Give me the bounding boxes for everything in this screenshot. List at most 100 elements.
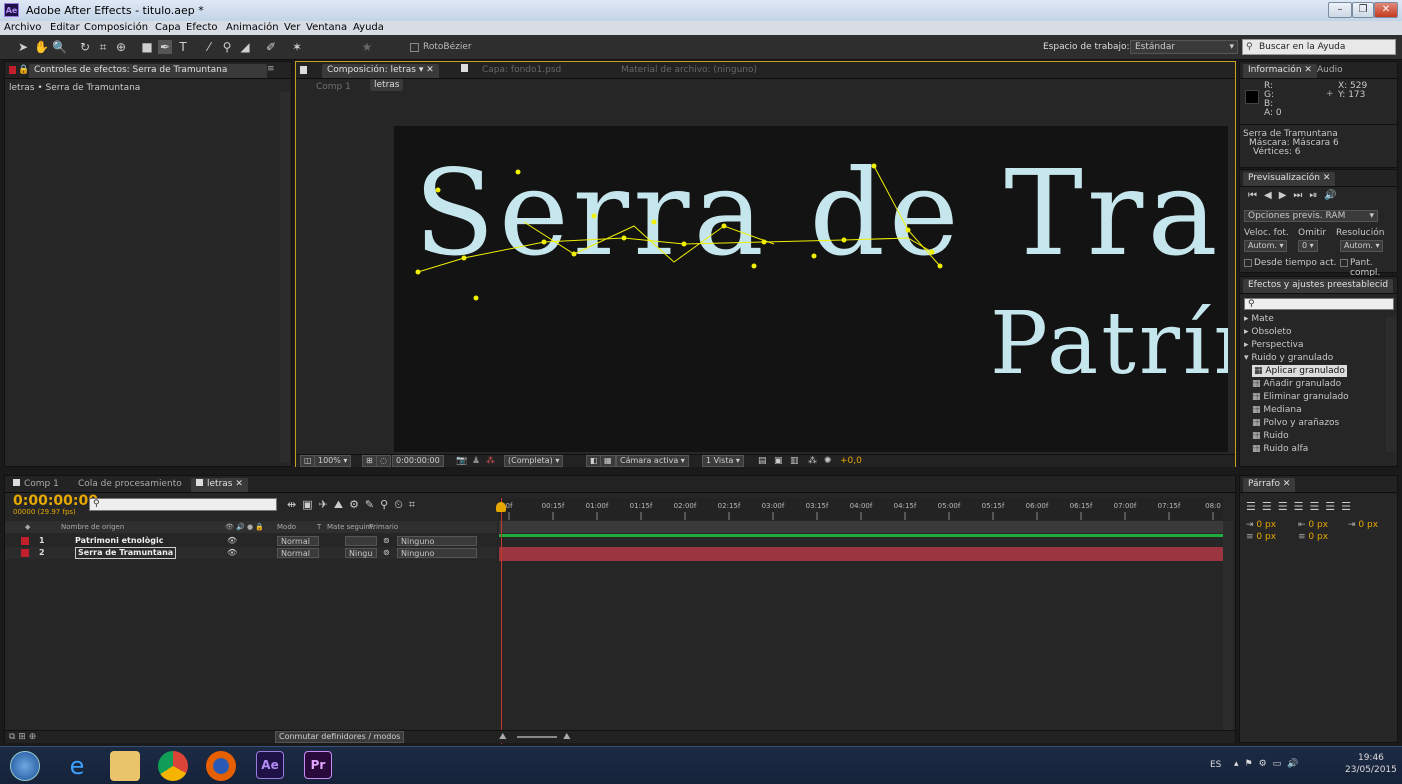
lock-icon[interactable]: 🔒 — [18, 65, 29, 75]
resolution-select[interactable]: (Completa) ▾ — [504, 455, 564, 467]
menu-composicion[interactable]: Composición — [84, 22, 148, 33]
toggle-pixel-icon[interactable]: ▤ — [758, 456, 767, 466]
zoom-select[interactable]: 100% ▾ — [314, 455, 352, 467]
playhead-line[interactable] — [501, 498, 502, 744]
clock[interactable]: 19:46 23/05/2015 — [1345, 752, 1397, 776]
timeline-zoom-slider[interactable] — [517, 736, 557, 738]
safe-areas-icon[interactable]: ⊞ — [362, 455, 377, 467]
eraser-tool-icon[interactable]: ◢ — [238, 40, 252, 54]
pan-behind-tool-icon[interactable]: ⊕ — [114, 40, 128, 54]
space-before-field[interactable]: ≡ 0 px — [1246, 532, 1276, 542]
snapshot-icon[interactable]: 📷 — [456, 456, 467, 466]
channel-icon[interactable]: ⁂ — [486, 456, 495, 466]
workspace-select[interactable]: Estándar ▾ — [1130, 40, 1238, 54]
menu-efecto[interactable]: Efecto — [186, 22, 218, 33]
presets-scrollbar[interactable] — [1386, 317, 1396, 452]
tab-footage[interactable]: Material de archivo: (ninguno) — [616, 64, 762, 78]
preset-item[interactable]: ▦ Mediana — [1252, 404, 1302, 416]
ram-preview-options[interactable]: Opciones previs. RAM ▾ — [1244, 210, 1378, 222]
menu-capa[interactable]: Capa — [155, 22, 181, 33]
col-parent[interactable]: Primario — [369, 521, 398, 533]
tab-info[interactable]: Información ✕ — [1243, 64, 1317, 78]
layer-mode-select[interactable]: Normal — [277, 548, 319, 558]
eye-icon[interactable]: 👁 — [227, 547, 237, 559]
menu-ayuda[interactable]: Ayuda — [353, 22, 384, 33]
tab-render-queue[interactable]: Cola de procesamiento — [73, 478, 187, 492]
indent-first-field[interactable]: ⇥ 0 px — [1348, 520, 1378, 530]
clone-tool-icon[interactable]: ⚲ — [220, 40, 234, 54]
transparency-grid-icon[interactable]: ▦ — [600, 455, 616, 467]
exposure-icon[interactable]: ✺ — [824, 456, 832, 466]
timeline-switches[interactable]: ⇹▣✈⛰⚙✎⚲⏲⌗ — [287, 498, 421, 512]
rotobezier-checkbox[interactable] — [410, 43, 419, 52]
firefox-icon[interactable] — [206, 751, 236, 781]
tab-paragraph[interactable]: Párrafo ✕ — [1243, 478, 1296, 492]
work-area-bar[interactable] — [499, 521, 1223, 533]
camera-tool-icon[interactable]: ⌗ — [96, 40, 110, 54]
crumb-letras[interactable]: letras — [370, 79, 404, 91]
presets-search-input[interactable]: ⚲ — [1244, 298, 1394, 310]
layer-color-label[interactable] — [21, 537, 29, 545]
timeline-search-input[interactable]: ⚲ — [89, 498, 277, 511]
mask-path[interactable] — [394, 126, 1228, 452]
preset-item[interactable]: ▦ Aplicar granulado — [1252, 365, 1347, 377]
layer-matte-select[interactable] — [345, 536, 377, 546]
close-button[interactable]: ✕ — [1374, 2, 1398, 18]
preset-item[interactable]: ▾ Ruido y granulado — [1244, 352, 1333, 364]
explorer-icon[interactable] — [110, 751, 140, 781]
tab-composition[interactable]: Composición: letras ▾ ✕ — [322, 64, 439, 78]
menu-ver[interactable]: Ver — [284, 22, 300, 33]
indent-left-field[interactable]: ⇥ 0 px — [1246, 520, 1276, 530]
fast-preview-icon[interactable]: ▣ — [774, 456, 783, 466]
layer-name[interactable]: Patrimoni etnològic — [75, 535, 164, 547]
time-ruler[interactable]: 0f 00:15f 01:00f 01:15f 02:00f 02:15f 03:00f 03… — [499, 498, 1223, 520]
camera-select[interactable]: Cámara activa ▾ — [616, 455, 689, 467]
help-search-input[interactable]: ⚲ Buscar en la Ayuda — [1242, 39, 1396, 55]
hand-tool-icon[interactable]: ✋ — [34, 40, 49, 54]
align-buttons[interactable]: ☰☰☰☰☰☰☰ — [1246, 500, 1357, 513]
language-indicator[interactable]: ES — [1210, 760, 1221, 770]
comp-scroll-track[interactable] — [280, 92, 290, 462]
layer-parent-select[interactable]: Ninguno — [397, 548, 477, 558]
mask-tool-icon[interactable]: ■ — [140, 40, 154, 54]
timecode-display[interactable]: 0:00:00:00 — [392, 455, 444, 467]
fps-select[interactable]: Autom. ▾ — [1244, 240, 1288, 252]
menu-editar[interactable]: Editar — [50, 22, 80, 33]
skip-select[interactable]: 0 ▾ — [1298, 240, 1318, 252]
menu-archivo[interactable]: Archivo — [4, 22, 41, 33]
menu-ventana[interactable]: Ventana — [306, 22, 347, 33]
start-button[interactable] — [10, 751, 40, 781]
tab-preview[interactable]: Previsualización ✕ — [1243, 172, 1336, 186]
playback-controls[interactable]: ⏮◀▶⏭⏯🔊 — [1248, 190, 1344, 201]
layer-mode-select[interactable]: Normal — [277, 536, 319, 546]
col-matte[interactable]: Mate seguim. — [327, 521, 374, 533]
parent-pickwhip-icon[interactable]: ⊚ — [383, 535, 390, 547]
col-mode[interactable]: Modo — [277, 521, 296, 533]
puppet-tool-icon[interactable]: ✶ — [290, 40, 304, 54]
after-effects-icon[interactable]: Ae — [256, 751, 284, 779]
playhead-handle[interactable] — [496, 502, 506, 512]
tray-icons[interactable]: ▴⚑⚙▭🔊 — [1234, 759, 1304, 769]
fullscreen-checkbox[interactable] — [1340, 259, 1348, 267]
tab-comp1[interactable]: Comp 1 — [8, 478, 64, 492]
table-row[interactable]: 1 Patrimoni etnològic 👁 Normal ⊚ Ninguno — [5, 535, 497, 547]
brush-tool-icon[interactable]: ⁄ — [202, 40, 216, 54]
preset-item[interactable]: ▸ Perspectiva — [1244, 339, 1304, 351]
preset-item[interactable]: ▦ Añadir granulado — [1252, 378, 1341, 390]
mask-visibility-icon[interactable]: ◌ — [376, 455, 391, 467]
res-select[interactable]: Autom. ▾ — [1340, 240, 1384, 252]
current-timecode[interactable]: 0:00:00:00 — [13, 493, 98, 509]
maximize-button[interactable]: ❐ — [1352, 2, 1374, 18]
layer-color-label[interactable] — [21, 549, 29, 557]
table-row[interactable]: 2 Serra de Tramuntana 👁 Normal Ningu ⊚ Ninguno — [5, 547, 497, 559]
layer-matte-select[interactable]: Ningu — [345, 548, 377, 558]
preset-item[interactable]: ▸ Obsoleto — [1244, 326, 1291, 338]
tab-letras[interactable]: letras ✕ — [191, 478, 248, 492]
col-t[interactable]: T — [317, 521, 321, 533]
layer-name[interactable]: Serra de Tramuntana — [75, 547, 177, 559]
preset-item[interactable]: ▦ Eliminar granulado — [1252, 391, 1349, 403]
preset-item[interactable]: ▦ Ruido — [1252, 430, 1289, 442]
preset-item[interactable]: ▦ Ruido alfa — [1252, 443, 1308, 455]
col-source-name[interactable]: Nombre de origen — [61, 521, 124, 533]
panel-menu-icon[interactable]: ≡ — [267, 64, 275, 74]
